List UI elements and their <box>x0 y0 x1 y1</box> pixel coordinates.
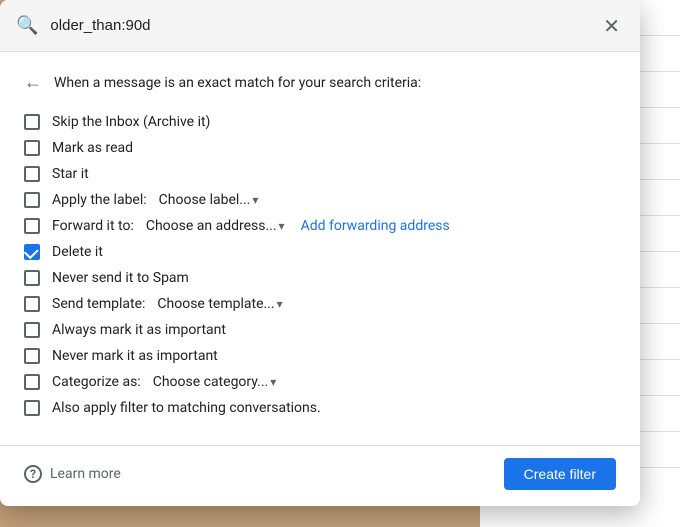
dropdown-forward-it[interactable]: Choose an address... ▾ <box>146 218 285 234</box>
filter-option-also-apply: Also apply filter to matching conversati… <box>24 395 616 421</box>
dialog-footer: ? Learn more Create filter <box>0 445 640 506</box>
option-label-delete-it: Delete it <box>52 244 103 260</box>
option-label-forward-it: Forward it to: <box>52 218 134 234</box>
dialog-title-text: When a message is an exact match for you… <box>54 75 421 91</box>
checkbox-delete-it[interactable] <box>24 244 40 260</box>
option-label-apply-label: Apply the label: <box>52 192 147 208</box>
checkbox-mark-read[interactable] <box>24 140 40 156</box>
checkbox-never-important[interactable] <box>24 348 40 364</box>
dropdown-arrow-forward-it: ▾ <box>279 219 285 233</box>
help-icon: ? <box>24 465 42 483</box>
checkbox-skip-inbox[interactable] <box>24 114 40 130</box>
option-label-never-spam: Never send it to Spam <box>52 270 189 286</box>
filter-option-star-it: Star it <box>24 161 616 187</box>
search-icon: 🔍 <box>16 15 38 36</box>
checkbox-star-it[interactable] <box>24 166 40 182</box>
option-label-categorize: Categorize as: <box>52 374 141 390</box>
option-label-star-it: Star it <box>52 166 89 182</box>
filter-option-skip-inbox: Skip the Inbox (Archive it) <box>24 109 616 135</box>
option-label-skip-inbox: Skip the Inbox (Archive it) <box>52 114 210 130</box>
extra-link-forward-it[interactable]: Add forwarding address <box>301 218 450 234</box>
filter-option-forward-it: Forward it to: Choose an address... ▾ Add … <box>24 213 616 239</box>
checkbox-apply-label[interactable] <box>24 192 40 208</box>
option-label-always-important: Always mark it as important <box>52 322 226 338</box>
filter-dialog: 🔍 ✕ ← When a message is an exact match f… <box>0 0 640 506</box>
create-filter-button[interactable]: Create filter <box>504 458 616 490</box>
dialog-title-row: ← When a message is an exact match for y… <box>24 72 616 93</box>
filter-option-mark-read: Mark as read <box>24 135 616 161</box>
checkbox-send-template[interactable] <box>24 296 40 312</box>
option-label-also-apply: Also apply filter to matching conversati… <box>52 400 321 416</box>
checkbox-categorize[interactable] <box>24 374 40 390</box>
dropdown-categorize[interactable]: Choose category... ▾ <box>153 374 277 390</box>
learn-more-link[interactable]: ? Learn more <box>24 465 121 483</box>
learn-more-label: Learn more <box>50 466 121 482</box>
filter-option-never-important: Never mark it as important <box>24 343 616 369</box>
search-bar: 🔍 ✕ <box>0 0 640 52</box>
dialog-body: ← When a message is an exact match for y… <box>0 52 640 437</box>
dialog-overlay: 🔍 ✕ ← When a message is an exact match f… <box>0 0 680 527</box>
filter-option-delete-it: Delete it <box>24 239 616 265</box>
filter-option-categorize: Categorize as: Choose category... ▾ <box>24 369 616 395</box>
filter-options-list: Skip the Inbox (Archive it) Mark as read S… <box>24 109 616 421</box>
filter-option-never-spam: Never send it to Spam <box>24 265 616 291</box>
dropdown-arrow-send-template: ▾ <box>277 297 283 311</box>
filter-option-always-important: Always mark it as important <box>24 317 616 343</box>
back-arrow[interactable]: ← <box>24 72 42 93</box>
dropdown-apply-label[interactable]: Choose label... ▾ <box>159 192 259 208</box>
filter-option-send-template: Send template: Choose template... ▾ <box>24 291 616 317</box>
dropdown-send-template[interactable]: Choose template... ▾ <box>157 296 282 312</box>
checkbox-never-spam[interactable] <box>24 270 40 286</box>
checkbox-always-important[interactable] <box>24 322 40 338</box>
option-label-mark-read: Mark as read <box>52 140 133 156</box>
close-icon[interactable]: ✕ <box>599 10 624 42</box>
search-input[interactable] <box>50 17 587 34</box>
checkbox-forward-it[interactable] <box>24 218 40 234</box>
dropdown-arrow-apply-label: ▾ <box>252 193 258 207</box>
dropdown-arrow-categorize: ▾ <box>270 375 276 389</box>
option-label-never-important: Never mark it as important <box>52 348 218 364</box>
filter-option-apply-label: Apply the label: Choose label... ▾ <box>24 187 616 213</box>
checkbox-also-apply[interactable] <box>24 400 40 416</box>
option-label-send-template: Send template: <box>52 296 145 312</box>
